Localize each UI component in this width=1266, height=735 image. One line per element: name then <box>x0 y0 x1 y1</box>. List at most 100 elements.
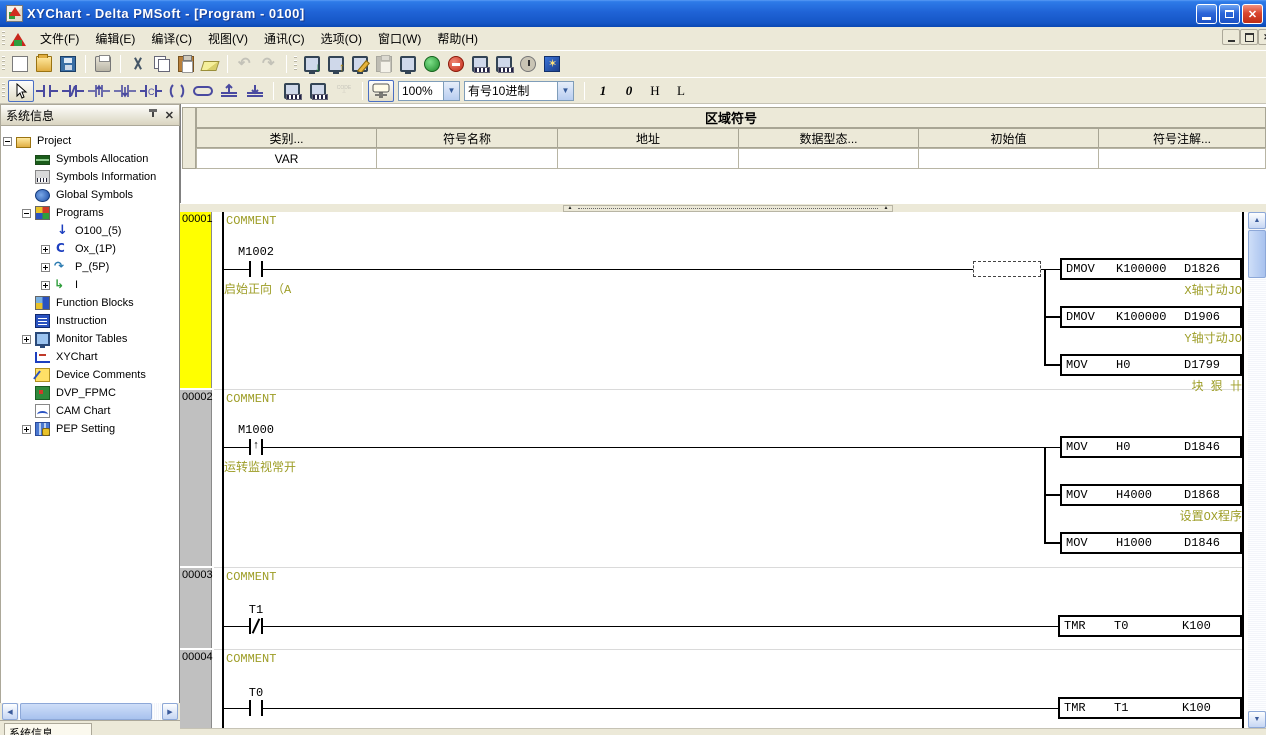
compare-contact-icon[interactable]: C <box>138 80 164 102</box>
online-edit-icon[interactable] <box>348 53 372 75</box>
device-comment[interactable]: Y轴寸动JO <box>1060 329 1242 346</box>
monitor-icon[interactable] <box>396 53 420 75</box>
pane-splitter[interactable]: ▲ ▲ <box>180 203 1266 212</box>
rising-block-icon[interactable] <box>216 80 242 102</box>
schedule-icon[interactable] <box>516 53 540 75</box>
open-file-icon[interactable] <box>32 53 56 75</box>
instruction-box[interactable]: MOV H1000 D1846 <box>1060 532 1242 554</box>
sidebar-hscrollbar[interactable]: ◀ ▶ <box>2 703 178 720</box>
expand-icon[interactable] <box>41 263 50 272</box>
chevron-down-icon[interactable]: ▼ <box>443 82 459 100</box>
menu-view[interactable]: 视图(V) <box>200 27 256 50</box>
sidebar-item-programs[interactable]: Programs <box>1 204 179 222</box>
instruction-box[interactable]: MOV H0 D1846 <box>1060 436 1242 458</box>
contact-nc[interactable] <box>249 618 251 634</box>
sidebar-item-i[interactable]: I <box>1 276 179 294</box>
col-header-comment[interactable]: 符号注解... <box>1098 128 1266 148</box>
print-icon[interactable] <box>91 53 115 75</box>
rung-number-selected[interactable]: 00001 <box>180 212 212 388</box>
menu-communication[interactable]: 通讯(C) <box>256 27 313 50</box>
cell-name[interactable] <box>376 148 558 169</box>
save-icon[interactable] <box>56 53 80 75</box>
col-header-name[interactable]: 符号名称 <box>376 128 558 148</box>
toolbar-grip[interactable] <box>2 83 5 99</box>
cell-address[interactable] <box>557 148 739 169</box>
menu-edit[interactable]: 编辑(E) <box>87 27 143 50</box>
new-file-icon[interactable] <box>8 53 32 75</box>
sidebar-item-symbols-allocation[interactable]: Symbols Allocation <box>1 150 179 168</box>
contact-label[interactable]: M1000 <box>220 423 292 437</box>
restore-button[interactable] <box>1219 4 1240 24</box>
menu-options[interactable]: 选项(O) <box>313 27 370 50</box>
instruction-box[interactable]: DMOV K100000 D1826 <box>1060 258 1242 280</box>
scroll-left-icon[interactable]: ◀ <box>2 703 18 720</box>
sidebar-item-o100[interactable]: O100_(5) <box>1 222 179 240</box>
collapse-icon[interactable] <box>22 209 31 218</box>
rung-comment-label[interactable]: COMMENT <box>226 392 276 406</box>
contact-rising-icon[interactable] <box>86 80 112 102</box>
stop-icon[interactable] <box>444 53 468 75</box>
menu-window[interactable]: 窗口(W) <box>370 27 429 50</box>
sidebar-item-function-blocks[interactable]: Function Blocks <box>1 294 179 312</box>
bit-off-button[interactable]: 0 <box>616 81 642 101</box>
scroll-down-icon[interactable]: ▼ <box>1248 711 1266 728</box>
upload-from-plc-icon[interactable] <box>324 53 348 75</box>
instruction-box[interactable]: TMR T1 K100 <box>1058 697 1242 719</box>
cell-datatype[interactable] <box>738 148 919 169</box>
device-comment[interactable]: 启始正向（A <box>224 280 291 297</box>
sidebar-item-cam-chart[interactable]: CAM Chart <box>1 402 179 420</box>
pin-icon[interactable] <box>147 109 159 121</box>
expand-icon[interactable] <box>41 281 50 290</box>
hex-button[interactable]: H <box>642 81 668 101</box>
rung-comment-label[interactable]: COMMENT <box>226 570 276 584</box>
number-format-select[interactable]: 有号10进制 ▼ <box>464 81 574 101</box>
download-to-plc-icon[interactable] <box>300 53 324 75</box>
cell-initial[interactable] <box>918 148 1099 169</box>
sidebar-item-pep-setting[interactable]: PEP Setting <box>1 420 179 438</box>
contact-no[interactable] <box>249 700 251 716</box>
parentheses-output-icon[interactable] <box>164 80 190 102</box>
select-cursor-button[interactable] <box>8 80 34 102</box>
col-header-initial[interactable]: 初始值 <box>918 128 1099 148</box>
cell-comment[interactable] <box>1098 148 1266 169</box>
mdi-close-button[interactable] <box>1258 29 1266 45</box>
ladder-monitor-1-icon[interactable] <box>279 80 305 102</box>
scrollbar-thumb[interactable] <box>1248 230 1266 278</box>
cut-icon[interactable] <box>126 53 150 75</box>
add-monitor-1-icon[interactable] <box>468 53 492 75</box>
cell-category[interactable]: VAR <box>196 148 377 169</box>
mdi-minimize-button[interactable] <box>1222 29 1240 45</box>
expand-icon[interactable] <box>22 425 31 434</box>
wizard-icon[interactable] <box>540 53 564 75</box>
rung-comment-label[interactable]: COMMENT <box>226 214 276 228</box>
collapse-icon[interactable] <box>3 137 12 146</box>
device-comment[interactable]: X轴寸动JO <box>1060 281 1242 298</box>
sidebar-item-xychart[interactable]: XYChart <box>1 348 179 366</box>
sidebar-item-dvp-fpmc[interactable]: DVP_FPMC <box>1 384 179 402</box>
instruction-box[interactable]: MOV H0 D1799 <box>1060 354 1242 376</box>
toolbar-grip[interactable] <box>294 56 297 72</box>
contact-label[interactable]: T0 <box>220 686 292 700</box>
device-comment[interactable]: 设置OX程序 <box>1060 507 1242 524</box>
falling-block-icon[interactable] <box>242 80 268 102</box>
online-mode-icon[interactable] <box>420 53 444 75</box>
mdi-restore-button[interactable] <box>1240 29 1258 45</box>
system-info-tab[interactable]: 系统信息 <box>4 723 92 735</box>
ladder-editor[interactable]: 00001 00002 00003 00004 COMMENT M1002 启始… <box>180 212 1248 728</box>
scrollbar-thumb[interactable] <box>20 703 152 720</box>
sidebar-item-global-symbols[interactable]: Global Symbols <box>1 186 179 204</box>
ladder-vscrollbar[interactable]: ▲ ▼ <box>1248 212 1266 728</box>
selection-box[interactable] <box>973 261 1041 277</box>
minimize-button[interactable] <box>1196 4 1217 24</box>
device-comment[interactable]: 运转监视常开 <box>224 458 296 475</box>
contact-nc-icon[interactable] <box>60 80 86 102</box>
collapse-up-icon[interactable]: ▲ <box>881 206 891 211</box>
low-button[interactable]: L <box>668 81 694 101</box>
contact-label[interactable]: T1 <box>220 603 292 617</box>
instruction-box[interactable]: DMOV K100000 D1906 <box>1060 306 1242 328</box>
close-panel-icon[interactable]: ✕ <box>165 109 174 122</box>
scroll-right-icon[interactable]: ▶ <box>162 703 178 720</box>
sidebar-item-device-comments[interactable]: Device Comments <box>1 366 179 384</box>
sidebar-item-instruction[interactable]: Instruction <box>1 312 179 330</box>
copy-icon[interactable] <box>150 53 174 75</box>
